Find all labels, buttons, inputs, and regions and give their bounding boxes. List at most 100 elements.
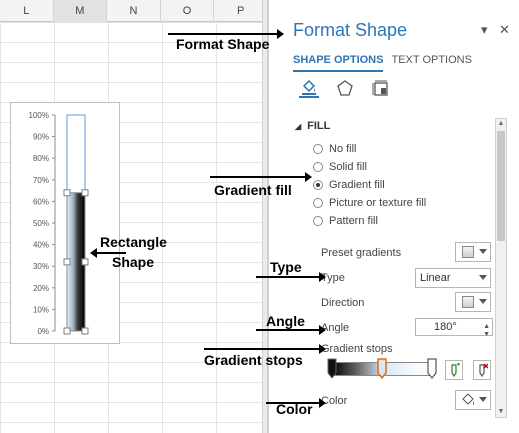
paint-bucket-icon (462, 393, 474, 405)
pane-scrollbar[interactable]: ▲ ▼ (495, 118, 507, 418)
chart[interactable]: 100% 90% 80% 70% 60% 50% 40% 30% 20% 10% 0% (10, 102, 120, 344)
chevron-down-icon (479, 299, 487, 304)
pane-tabs: SHAPE OPTIONS TEXT OPTIONS (293, 54, 472, 72)
gradient-stop-black[interactable] (327, 358, 337, 380)
selection-handle (81, 189, 89, 197)
section-label: FILL (307, 120, 331, 132)
type-value: Linear (420, 272, 451, 284)
y-tick-label: 100% (29, 111, 49, 120)
direction-swatch (462, 296, 474, 308)
fill-section-header[interactable]: ◢ FILL (295, 120, 330, 132)
angle-spinner[interactable]: 180° ▲ ▼ (415, 318, 493, 338)
fill-line-icon[interactable] (299, 78, 319, 98)
chevron-down-icon (479, 249, 487, 254)
column-header-l[interactable]: L (0, 0, 54, 22)
column-header-p[interactable]: P (214, 0, 268, 22)
annotation-gradient-fill: Gradient fill (214, 182, 292, 198)
size-properties-icon[interactable] (371, 78, 391, 98)
column-label: L (23, 5, 30, 17)
radio-no-fill[interactable]: No fill (313, 143, 357, 155)
y-tick-label: 50% (33, 219, 49, 228)
radio-label: No fill (329, 143, 357, 155)
selection-handle (63, 258, 71, 266)
scroll-thumb[interactable] (497, 131, 505, 241)
radio-label: Gradient fill (329, 179, 385, 191)
radio-gradient-fill[interactable]: Gradient fill (313, 179, 385, 191)
radio-label: Picture or texture fill (329, 197, 427, 209)
y-tick-label: 60% (33, 197, 49, 206)
annotation-arrow (204, 344, 326, 354)
radio-button[interactable] (313, 216, 323, 226)
selection-handle (81, 258, 89, 266)
annotation-arrow (256, 325, 326, 335)
annotation-angle: Angle (266, 313, 305, 329)
radio-label: Pattern fill (329, 215, 378, 227)
format-shape-pane: Format Shape ▾ ✕ SHAPE OPTIONS TEXT OPTI… (268, 0, 519, 433)
color-dropdown[interactable] (455, 390, 491, 410)
close-icon[interactable]: ✕ (499, 22, 510, 38)
annotation-rectangle-shape-line2: Shape (112, 254, 155, 270)
preset-gradients-label: Preset gradients (321, 247, 402, 259)
remove-gradient-stop-icon[interactable] (473, 360, 491, 380)
column-label: O (182, 5, 192, 17)
annotation-gradient-stops: Gradient stops (204, 352, 303, 368)
annotation-arrow (210, 172, 312, 182)
radio-button[interactable] (313, 144, 323, 154)
preset-gradients-dropdown[interactable] (455, 242, 491, 262)
radio-button[interactable] (313, 180, 323, 190)
add-gradient-stop-icon[interactable] (445, 360, 463, 380)
selection-handle (81, 327, 89, 335)
tab-shape-options[interactable]: SHAPE OPTIONS (293, 54, 384, 72)
annotation-format-shape: Format Shape (176, 36, 270, 52)
radio-picture-fill[interactable]: Picture or texture fill (313, 197, 426, 209)
gradient-stops-label: Gradient stops (321, 343, 393, 355)
gradient-stop-white[interactable] (427, 358, 437, 380)
annotation-arrow (256, 272, 326, 282)
radio-button[interactable] (313, 162, 323, 172)
column-header-o[interactable]: O (161, 0, 215, 22)
direction-label: Direction (321, 297, 365, 309)
effects-pentagon-icon[interactable] (335, 78, 355, 98)
tab-text-options[interactable]: TEXT OPTIONS (391, 54, 471, 72)
spin-down-icon[interactable]: ▼ (483, 327, 490, 343)
selection-handle (63, 189, 71, 197)
angle-value: 180° (434, 321, 457, 333)
radio-pattern-fill[interactable]: Pattern fill (313, 215, 378, 227)
radio-solid-fill[interactable]: Solid fill (313, 161, 367, 173)
type-dropdown[interactable]: Linear (415, 268, 491, 288)
pane-options-dropdown-icon[interactable]: ▾ (481, 22, 488, 38)
annotation-rectangle-shape-line1: Rectangle (100, 234, 167, 250)
direction-dropdown[interactable] (455, 292, 491, 312)
y-tick-label: 90% (33, 133, 49, 142)
preset-swatch (462, 246, 474, 258)
column-label: P (237, 5, 245, 17)
annotation-color: Color (276, 401, 313, 417)
annotation-type: Type (270, 259, 302, 275)
category-icons (299, 78, 391, 98)
collapse-triangle-icon: ◢ (295, 122, 302, 131)
spreadsheet-area[interactable]: L M N O P 100% 90% 80% 70% 60% 50% 40% 30% 20% 10… (0, 0, 268, 433)
chart-svg: 100% 90% 80% 70% 60% 50% 40% 30% 20% 10% 0% (29, 111, 89, 336)
annotation-arrow (168, 29, 284, 39)
selection-handle (63, 327, 71, 335)
column-header-n[interactable]: N (107, 0, 161, 22)
chevron-down-icon (479, 275, 487, 280)
chevron-down-icon (479, 397, 487, 402)
column-header-m[interactable]: M (53, 0, 108, 22)
scroll-up-arrow-icon[interactable]: ▲ (497, 120, 505, 128)
radio-button[interactable] (313, 198, 323, 208)
column-label: N (129, 5, 138, 17)
y-tick-label: 80% (33, 154, 49, 163)
y-tick-label: 30% (33, 262, 49, 271)
y-tick-label: 20% (33, 284, 49, 293)
y-tick-label: 10% (33, 305, 49, 314)
y-tick-label: 0% (37, 327, 49, 336)
gradient-stop-selected[interactable] (377, 358, 387, 380)
radio-label: Solid fill (329, 161, 367, 173)
column-header-row: L M N O P (0, 0, 268, 22)
scroll-down-arrow-icon[interactable]: ▼ (497, 408, 505, 416)
y-tick-label: 70% (33, 176, 49, 185)
column-label: M (75, 5, 85, 17)
pane-title: Format Shape (293, 20, 408, 40)
y-tick-label: 40% (33, 241, 49, 250)
